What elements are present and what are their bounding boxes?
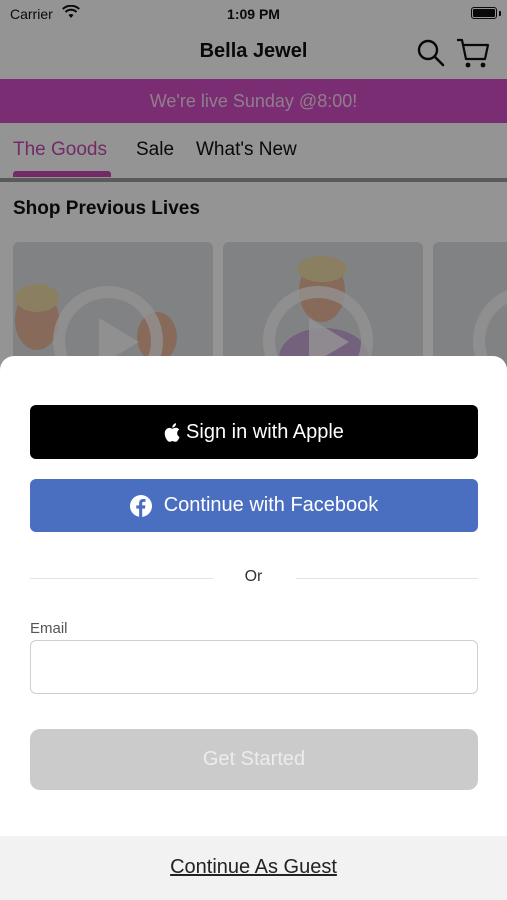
email-label: Email — [30, 620, 68, 637]
guest-footer: Continue As Guest — [0, 836, 507, 900]
sign-in-sheet: Sign in with Apple Continue with Faceboo… — [0, 356, 507, 900]
apple-icon — [164, 422, 180, 442]
divider-right — [296, 578, 478, 579]
continue-as-guest-link[interactable]: Continue As Guest — [0, 856, 507, 879]
facebook-icon — [129, 494, 152, 517]
or-separator: Or — [244, 568, 263, 585]
apple-button-label: Sign in with Apple — [186, 420, 344, 443]
get-started-button[interactable]: Get Started — [30, 729, 478, 790]
continue-with-facebook-button[interactable]: Continue with Facebook — [30, 479, 478, 532]
sign-in-with-apple-button[interactable]: Sign in with Apple — [30, 405, 478, 459]
facebook-button-label: Continue with Facebook — [163, 494, 379, 516]
email-input[interactable] — [30, 640, 478, 694]
